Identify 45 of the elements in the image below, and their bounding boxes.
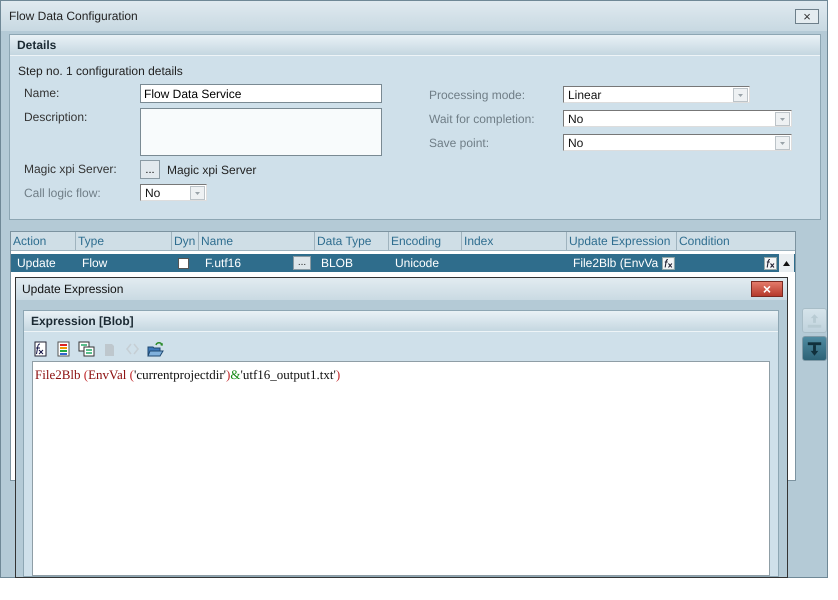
field-label: Magic xpi Server: — [24, 161, 118, 176]
panel-title: Details — [10, 35, 820, 56]
field-label: Wait for completion: — [429, 111, 536, 126]
table-cell: F.utf16 — [205, 256, 242, 270]
function-icon[interactable] — [32, 341, 49, 358]
column-header[interactable]: Update Expression — [567, 232, 677, 250]
field-label: Processing mode: — [429, 87, 526, 102]
field-label: Call logic flow: — [24, 185, 102, 200]
dialog-title: Update Expression — [22, 282, 124, 296]
color-list-icon[interactable] — [55, 341, 72, 358]
checkbox[interactable] — [178, 258, 189, 268]
function-icon[interactable] — [662, 256, 675, 270]
column-header[interactable]: Type — [76, 232, 172, 250]
table-cell-text: BLOB — [320, 255, 354, 272]
column-header[interactable]: Condition — [677, 232, 794, 250]
column-header[interactable]: Dyn — [172, 232, 199, 250]
table-icon[interactable] — [78, 341, 95, 358]
panel-title: Expression [Blob] — [24, 311, 778, 332]
field-label: Save point: — [429, 135, 490, 150]
field-label: Description: — [24, 109, 88, 124]
text-field[interactable]: Flow Data Service — [140, 84, 382, 103]
browse-button[interactable]: ... — [140, 160, 160, 179]
column-header[interactable]: Data Type — [315, 232, 389, 250]
window-title: Flow Data Configuration — [9, 9, 138, 23]
close-button[interactable]: × — [751, 281, 783, 297]
server-name: Magic xpi Server — [167, 162, 256, 176]
folder-icon[interactable] — [147, 341, 164, 358]
move-down-button[interactable] — [802, 336, 827, 361]
table-cell-text: Unicode — [394, 255, 440, 272]
text-area[interactable] — [140, 108, 382, 156]
table-cell: File2Blb (EnvVa — [573, 256, 658, 270]
expression-text: File2Blb (EnvVal ('currentprojectdir')&'utf16_output1.txt') — [34, 366, 340, 383]
table-cell-text: Flow — [81, 255, 108, 272]
function-icon[interactable] — [764, 256, 777, 270]
browse-button[interactable]: ... — [293, 256, 311, 270]
table-cell-text: Update — [16, 255, 57, 272]
column-header[interactable]: Action — [11, 232, 76, 250]
column-header[interactable]: Name — [199, 232, 315, 250]
table-row[interactable]: Update Flow F.utf16 ... BLOB Unicode File2Blb (EnvVa — [11, 254, 795, 272]
column-header[interactable]: Encoding — [389, 232, 462, 250]
field-label: Name: — [24, 85, 60, 100]
section-subtitle: Step no. 1 configuration details — [17, 63, 184, 78]
column-header[interactable]: Index — [462, 232, 567, 250]
close-button[interactable]: × — [795, 8, 819, 24]
expression-editor[interactable]: File2Blb (EnvVal ('currentprojectdir')&'utf16_output1.txt') — [32, 361, 770, 576]
